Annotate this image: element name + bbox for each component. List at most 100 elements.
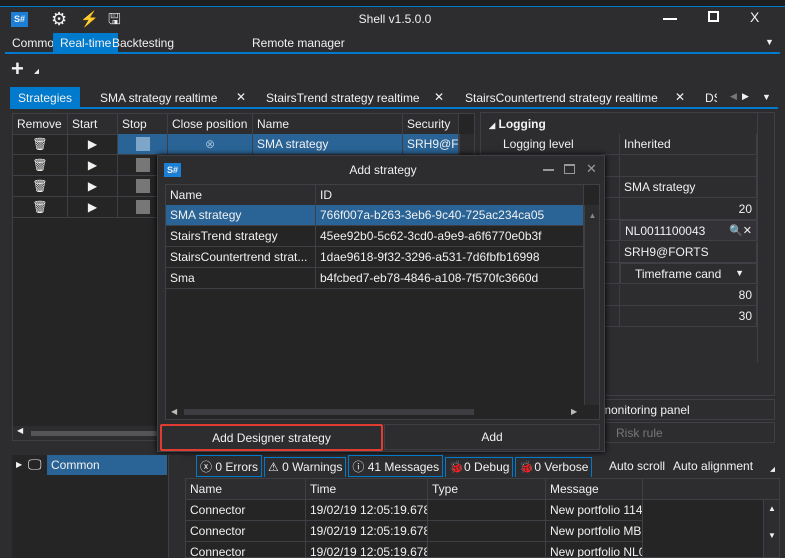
- start-icon[interactable]: ▶: [68, 197, 118, 218]
- debug-filter[interactable]: 🐞0 Debug: [445, 457, 514, 477]
- settings-icon[interactable]: ⚙: [51, 9, 67, 30]
- horizontal-scrollbar[interactable]: ◀ ▶: [166, 405, 584, 419]
- errors-filter[interactable]: ⓧ 0 Errors: [196, 455, 263, 477]
- delete-icon[interactable]: 🗑: [13, 134, 68, 155]
- monitor-icon: 🖵: [28, 456, 42, 472]
- col-time[interactable]: Time: [306, 479, 428, 500]
- log-time: 19/02/19 12:05:19.678: [306, 521, 428, 542]
- dialog-minimize-button[interactable]: [543, 169, 554, 171]
- section-title: Logging: [498, 117, 546, 131]
- tab-remote-manager[interactable]: Remote manager: [252, 36, 345, 50]
- overflow-icon[interactable]: ◢: [770, 465, 775, 473]
- add-strategy-button[interactable]: +: [11, 56, 24, 82]
- col-id[interactable]: ID: [316, 185, 584, 206]
- col-close-position[interactable]: Close position: [168, 114, 253, 135]
- property-value[interactable]: SRH9@FORTS: [620, 241, 757, 263]
- col-name[interactable]: Name: [166, 185, 316, 206]
- delete-icon[interactable]: 🗑: [13, 197, 68, 218]
- start-icon[interactable]: ▶: [68, 155, 118, 176]
- chevron-down-icon[interactable]: ▼: [735, 268, 744, 278]
- close-tab-icon[interactable]: ✕: [236, 90, 246, 104]
- section-logging[interactable]: ◢ Logging: [489, 117, 546, 131]
- vertical-scrollbar[interactable]: ▲: [584, 205, 599, 405]
- auto-scroll-toggle[interactable]: Auto scroll: [609, 459, 665, 473]
- stop-button[interactable]: [118, 134, 168, 155]
- tab-ds[interactable]: DS: [705, 91, 717, 105]
- vertical-scrollbar[interactable]: [168, 455, 182, 558]
- add-dropdown-icon[interactable]: ◢: [34, 67, 39, 75]
- close-position-icon[interactable]: ⊗: [168, 134, 253, 155]
- log-toolbar: ⓧ 0 Errors ⚠ 0 Warnings ⓘ 41 Messages 🐞0 De…: [196, 455, 785, 477]
- scroll-right-icon[interactable]: ▶: [742, 91, 749, 102]
- log-message: New portfolio 11499 c: [546, 500, 643, 521]
- warnings-filter[interactable]: ⚠ 0 Warnings: [264, 457, 347, 477]
- strategy-name[interactable]: SMA strategy: [253, 134, 403, 155]
- vertical-scrollbar[interactable]: [757, 113, 774, 363]
- tab-real-time[interactable]: Real-time: [53, 33, 119, 52]
- vertical-scrollbar[interactable]: ▲ ▼: [763, 500, 779, 557]
- col-message[interactable]: Message: [546, 479, 643, 500]
- col-stop[interactable]: Stop: [118, 114, 168, 135]
- scroll-left-icon[interactable]: ◀: [730, 91, 737, 102]
- document-tabs: Strategies SMA strategy realtime ✕ Stair…: [10, 87, 778, 109]
- strategy-security[interactable]: SRH9@FO: [403, 134, 459, 155]
- warnings-label: 0 Warnings: [282, 460, 343, 474]
- delete-icon[interactable]: 🗑: [13, 155, 68, 176]
- delete-icon[interactable]: 🗑: [13, 176, 68, 197]
- tab-strategies[interactable]: Strategies: [10, 87, 81, 107]
- col-name[interactable]: Name: [253, 114, 403, 135]
- maximize-button[interactable]: [708, 11, 719, 22]
- close-tab-icon[interactable]: ✕: [675, 90, 685, 104]
- property-value[interactable]: SMA strategy: [620, 177, 757, 198]
- add-button[interactable]: Add: [384, 424, 600, 450]
- tabs-dropdown-icon[interactable]: ▼: [765, 37, 774, 47]
- log-type: [428, 542, 546, 557]
- verbose-filter[interactable]: 🐞0 Verbose: [515, 457, 593, 477]
- dialog-maximize-button[interactable]: [564, 164, 575, 174]
- start-icon[interactable]: ▶: [68, 134, 118, 155]
- tab-stairscountertrend-realtime[interactable]: StairsCountertrend strategy realtime: [465, 91, 658, 105]
- start-icon[interactable]: ▶: [68, 176, 118, 197]
- property-value[interactable]: NL0011100043 🔍✕: [620, 220, 757, 241]
- strategy-list-name[interactable]: StairsCountertrend strat...: [166, 247, 316, 268]
- property-value[interactable]: 80: [620, 284, 757, 306]
- col-remove[interactable]: Remove: [13, 114, 68, 135]
- strategy-list-name[interactable]: StairsTrend strategy: [166, 226, 316, 247]
- strategy-list-id[interactable]: b4fcbed7-eb78-4846-a108-7f570fc3660d: [316, 268, 584, 289]
- strategy-list-id[interactable]: 45ee92b0-5c62-3cd0-a9e9-a6f6770e0b3f: [316, 226, 584, 247]
- disconnect-icon[interactable]: ⚡: [80, 10, 99, 28]
- col-security[interactable]: Security: [403, 114, 459, 135]
- close-tab-icon[interactable]: ✕: [434, 90, 444, 104]
- minimize-button[interactable]: [663, 10, 677, 20]
- save-icon[interactable]: 🖫: [108, 9, 121, 34]
- strategy-list-name[interactable]: SMA strategy: [166, 205, 316, 226]
- strategy-list-id[interactable]: 766f007a-b263-3eb6-9c40-725ac234ca05: [316, 205, 584, 226]
- col-start[interactable]: Start: [68, 114, 118, 135]
- messages-filter[interactable]: ⓘ 41 Messages: [348, 455, 444, 477]
- property-value[interactable]: [620, 155, 757, 177]
- dialog-close-button[interactable]: ✕: [586, 161, 597, 177]
- errors-label: 0 Errors: [215, 460, 259, 474]
- log-name: Connector: [186, 500, 306, 521]
- close-button[interactable]: X: [750, 9, 759, 25]
- collapse-icon[interactable]: ◢: [489, 121, 495, 130]
- window-title: Shell v1.5.0.0: [358, 12, 432, 26]
- col-type[interactable]: Type: [428, 479, 546, 500]
- expand-icon[interactable]: ▶: [16, 460, 22, 469]
- property-value[interactable]: 20: [620, 198, 757, 220]
- log-message: New portfolio NL0011: [546, 542, 643, 557]
- auto-alignment-toggle[interactable]: Auto alignment: [673, 459, 753, 473]
- property-value[interactable]: Timeframe cand ▼: [620, 263, 757, 284]
- tabs-dropdown-icon[interactable]: ▼: [762, 92, 771, 102]
- property-value[interactable]: 30: [620, 306, 757, 327]
- strategy-list-name[interactable]: Sma: [166, 268, 316, 289]
- search-clear-icons[interactable]: 🔍✕: [729, 224, 752, 237]
- tree-item-common[interactable]: Common: [47, 455, 167, 475]
- tab-sma-realtime[interactable]: SMA strategy realtime: [100, 91, 217, 105]
- add-designer-strategy-button[interactable]: Add Designer strategy: [160, 424, 383, 451]
- col-name[interactable]: Name: [186, 479, 306, 500]
- tab-backtesting[interactable]: Backtesting: [112, 36, 174, 50]
- property-value[interactable]: Inherited: [620, 134, 757, 155]
- tab-stairstrend-realtime[interactable]: StairsTrend strategy realtime: [266, 91, 420, 105]
- strategy-list-id[interactable]: 1dae9618-9f32-3296-a531-7d6fbfb16998: [316, 247, 584, 268]
